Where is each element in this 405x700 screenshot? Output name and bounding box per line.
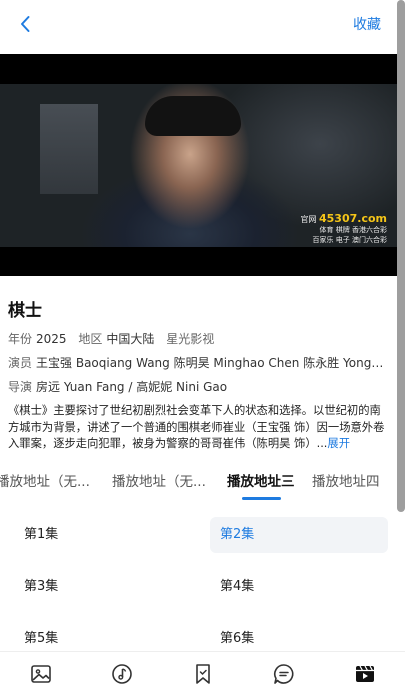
tab-source-1[interactable]: 播放地址（无... bbox=[0, 470, 90, 490]
episode-item[interactable]: 第4集 bbox=[210, 569, 388, 605]
video-watermark: 官网 45307.com 体育 棋牌 香港六合彩 百家乐 电子 澳门六合彩 bbox=[300, 212, 387, 244]
bottom-nav bbox=[0, 651, 405, 700]
episode-item[interactable]: 第1集 bbox=[14, 517, 192, 553]
favorite-button[interactable]: 收藏 bbox=[353, 14, 381, 34]
music-icon bbox=[112, 664, 132, 684]
episode-item-active[interactable]: 第2集 bbox=[210, 517, 388, 553]
chat-icon bbox=[273, 664, 294, 684]
bookmark-icon bbox=[196, 664, 210, 684]
tab-source-4[interactable]: 播放地址四 bbox=[312, 470, 380, 490]
meta-director: 导演 房远 Yuan Fang / 高妮妮 Nini Gao bbox=[8, 380, 228, 394]
active-tab-indicator bbox=[242, 497, 281, 500]
description: 《棋士》主要探讨了世纪初剧烈社会变革下人的状态和选择。以世纪初的南方城市为背景，… bbox=[8, 404, 385, 450]
nav-music[interactable] bbox=[110, 662, 134, 686]
meta-year-region: 年份 2025 地区 中国大陆 星光影视 bbox=[8, 332, 215, 346]
top-bar: 收藏 bbox=[0, 0, 397, 48]
meta-cast: 演员 王宝强 Baoqiang Wang 陈明昊 Minghao Chen 陈永胜… bbox=[8, 356, 388, 370]
episode-item[interactable]: 第3集 bbox=[14, 569, 192, 605]
tab-source-2[interactable]: 播放地址（无... bbox=[112, 470, 206, 490]
nav-video[interactable] bbox=[353, 662, 377, 686]
video-title: 棋士 bbox=[8, 301, 42, 321]
chevron-left-icon bbox=[21, 16, 30, 32]
nav-chat[interactable] bbox=[272, 662, 296, 686]
expand-link[interactable]: 展开 bbox=[327, 437, 350, 450]
scrollbar[interactable] bbox=[397, 0, 405, 512]
source-tabs: 播放地址（无... 播放地址（无... 播放地址三 播放地址四 bbox=[0, 470, 397, 504]
back-button[interactable] bbox=[14, 12, 38, 36]
nav-bookmark[interactable] bbox=[191, 662, 215, 686]
tab-source-3[interactable]: 播放地址三 bbox=[227, 470, 295, 490]
nav-image[interactable] bbox=[29, 662, 53, 686]
image-icon bbox=[31, 665, 51, 683]
video-icon bbox=[356, 665, 374, 682]
video-player[interactable]: 官网 45307.com 体育 棋牌 香港六合彩 百家乐 电子 澳门六合彩 bbox=[0, 54, 397, 276]
